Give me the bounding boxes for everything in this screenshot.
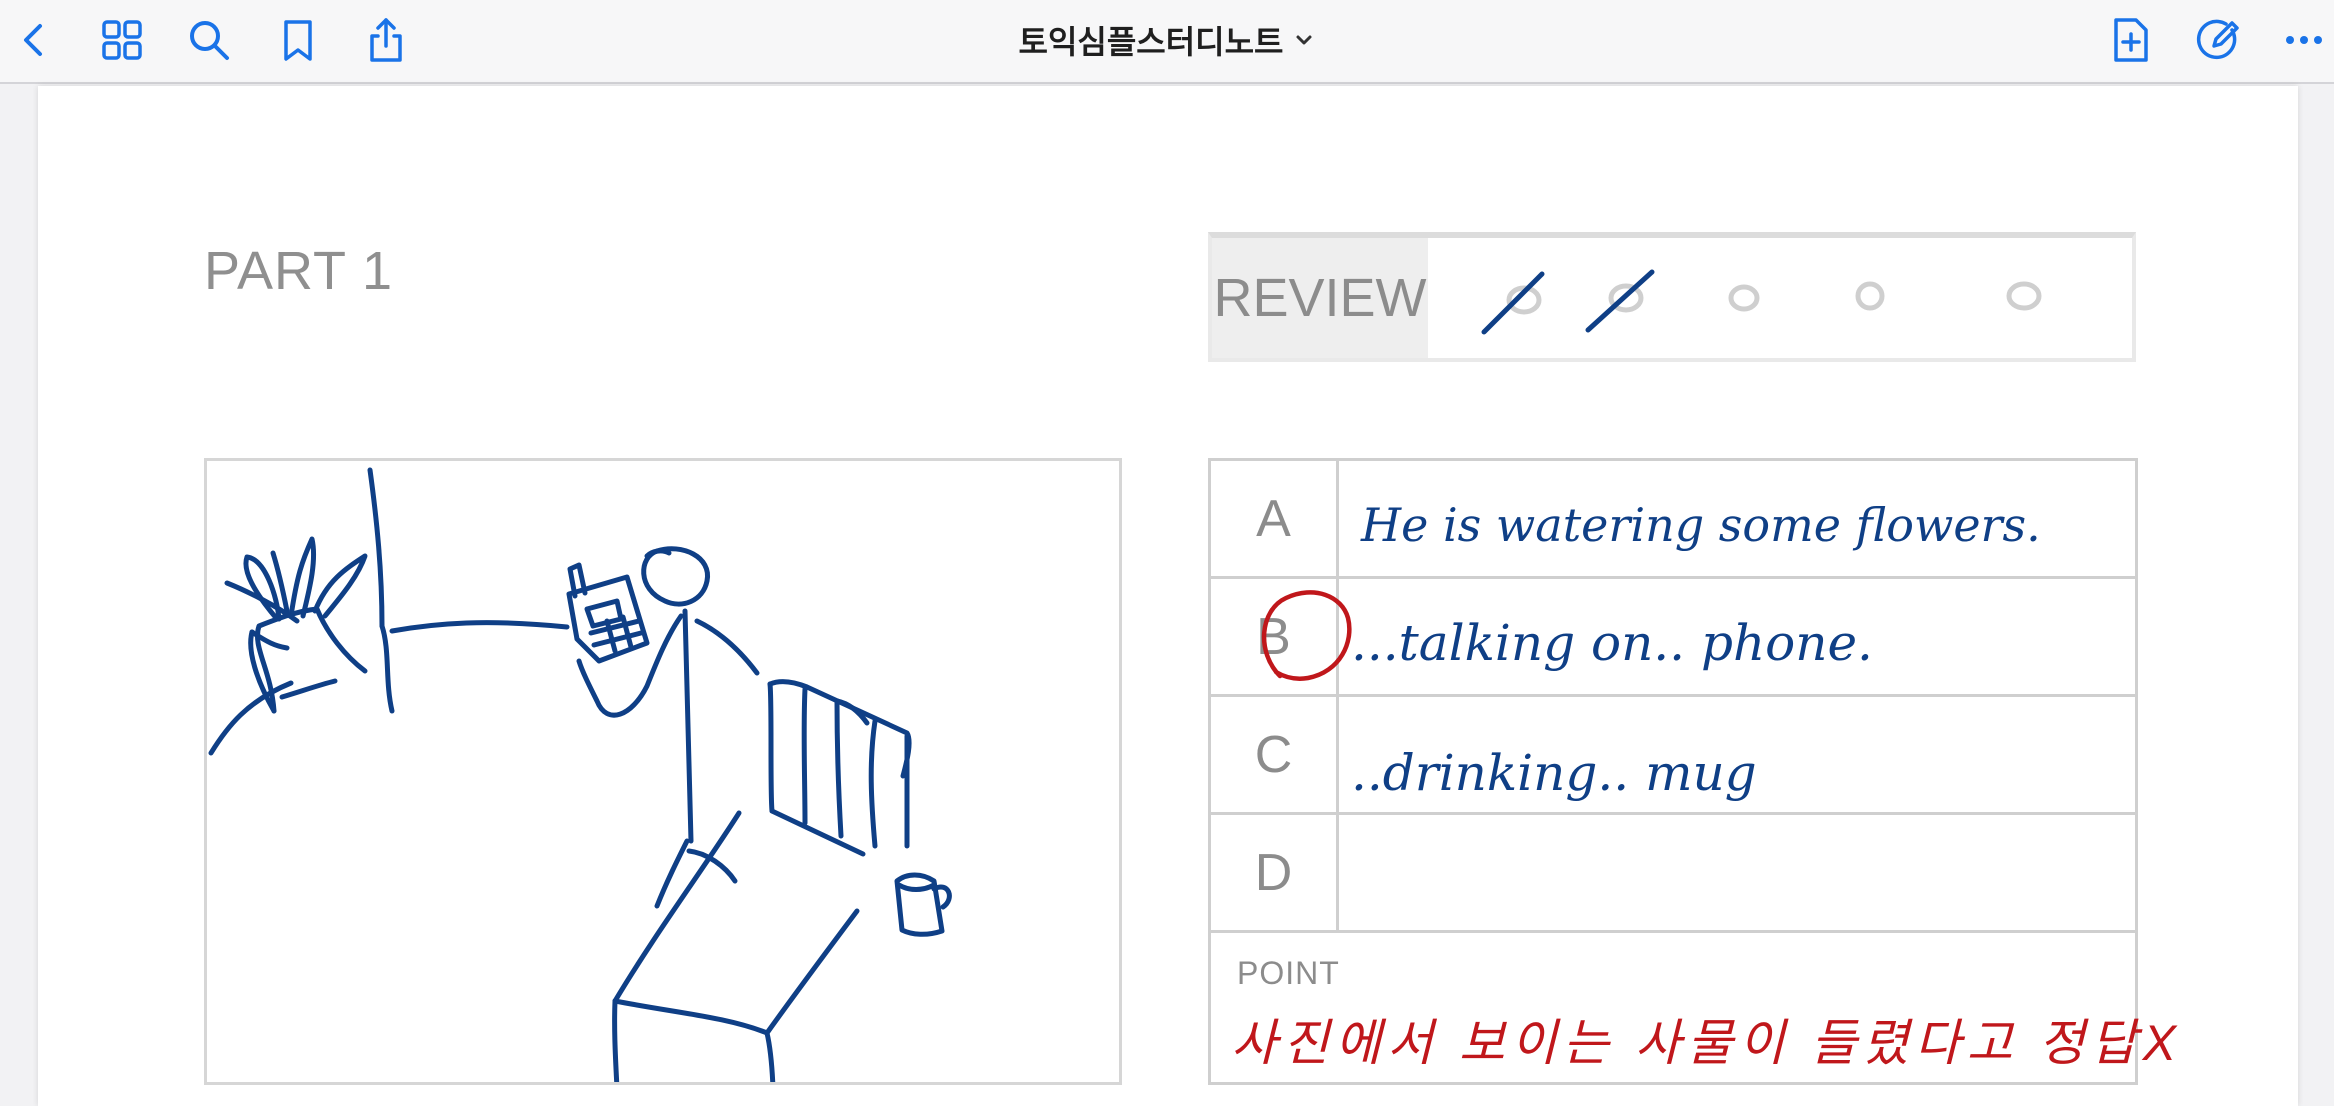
mug-drawing <box>894 872 952 937</box>
review-circle-2[interactable] <box>1585 269 1655 333</box>
review-circles <box>1428 238 2132 358</box>
document-title[interactable]: 토익심플스터디노트 <box>0 14 2334 66</box>
plant-drawing <box>224 467 395 714</box>
pencil-circle-icon[interactable] <box>2192 14 2244 66</box>
point-label: POINT <box>1237 955 1340 991</box>
review-label: REVIEW <box>1212 238 1428 358</box>
sketch-picture <box>204 458 1122 1085</box>
answer-row-d[interactable]: D <box>1211 815 2135 933</box>
table-edge-drawing <box>208 680 294 756</box>
notebook-page[interactable]: PART 1 REVIEW A He is watering some flow… <box>38 86 2298 1106</box>
document-title-text: 토익심플스터디노트 <box>1018 24 1284 60</box>
answer-row-a[interactable]: A He is watering some flowers. <box>1211 461 2135 579</box>
answer-note-c: ..drinking.. mug <box>1351 744 1757 802</box>
phone-drawing <box>566 562 650 664</box>
review-box: REVIEW <box>1208 232 2136 362</box>
files-drawing <box>767 679 912 857</box>
answer-note-d <box>1361 829 2131 929</box>
answer-table: A He is watering some flowers. B ...talk… <box>1208 458 2176 1085</box>
review-circle-3[interactable] <box>1728 284 1760 312</box>
review-circle-5[interactable] <box>2006 281 2042 311</box>
answer-note-b: ...talking on.. phone. <box>1351 614 1873 672</box>
answer-note-a: He is watering some flowers. <box>1361 498 2041 552</box>
answer-letter-c: C <box>1211 697 1339 812</box>
more-icon[interactable] <box>2278 14 2330 66</box>
chevron-down-icon <box>1296 35 1312 45</box>
review-circle-4[interactable] <box>1855 281 1885 311</box>
answer-letter-a: A <box>1211 461 1339 576</box>
part-title: PART 1 <box>204 241 394 301</box>
review-circle-1[interactable] <box>1481 271 1545 335</box>
answer-letter-d: D <box>1211 815 1339 930</box>
answer-letter-b: B <box>1211 579 1339 694</box>
top-toolbar: 토익심플스터디노트 <box>0 0 2334 84</box>
point-note: 사진에서 보이는 사물이 들렸다고 정답X <box>1231 1015 2182 1071</box>
add-page-icon[interactable] <box>2104 14 2156 66</box>
wall-line-drawing <box>389 620 570 634</box>
answer-row-c[interactable]: ..drinking.. mug C <box>1211 697 2135 815</box>
desk-drawing <box>612 810 860 1082</box>
point-section: POINT 사진에서 보이는 사물이 들렸다고 정답X <box>1211 933 2176 1085</box>
answer-row-b[interactable]: B ...talking on.. phone. <box>1211 579 2135 697</box>
